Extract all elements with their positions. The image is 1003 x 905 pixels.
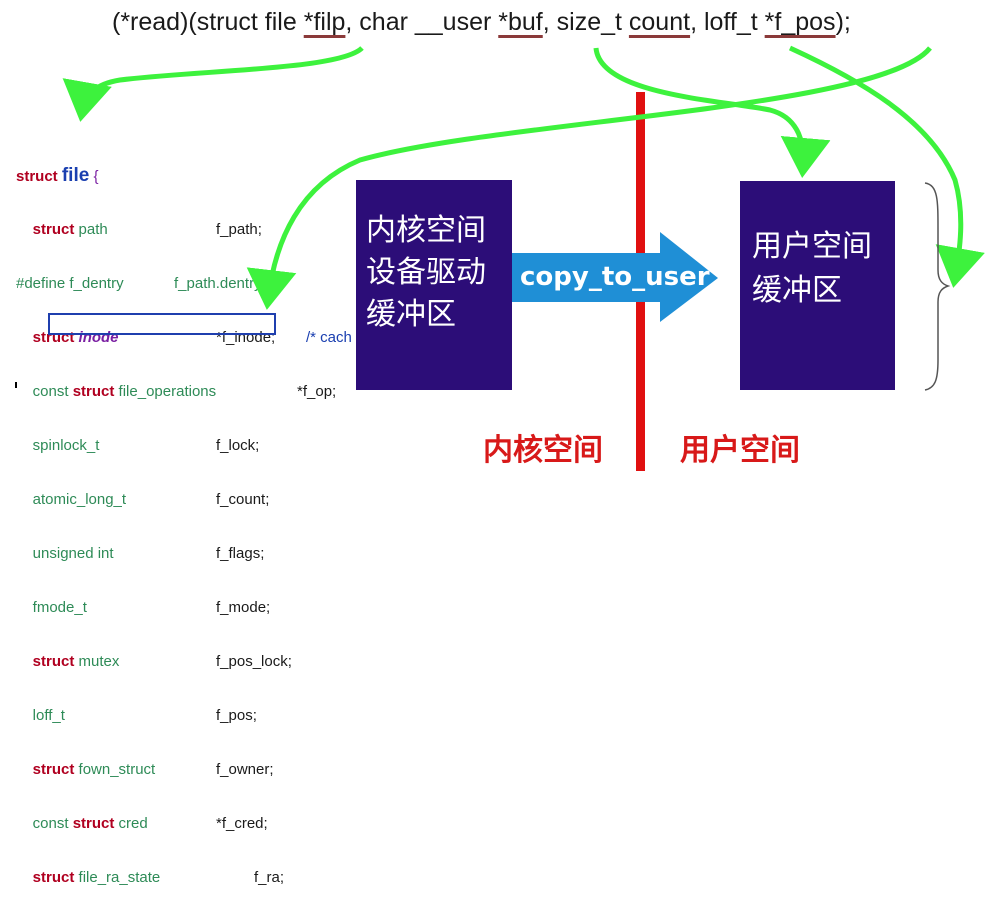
row-type: mutex — [74, 653, 120, 670]
user-space-label: 用户空间 — [680, 433, 800, 468]
row-kw: struct — [32, 761, 75, 778]
row-member: f_count; — [216, 491, 270, 508]
kernel-box-line2: 设备驱动 — [366, 255, 486, 290]
row-kw: struct — [32, 869, 75, 886]
kernel-space-label: 内核空间 — [483, 433, 603, 468]
row-type: loff_t — [32, 707, 65, 724]
row-type-pre: const — [32, 815, 73, 832]
code-row: fmode_t f_mode; — [16, 599, 271, 617]
user-buffer-box: 用户空间 缓冲区 — [740, 181, 895, 390]
row-member: f_owner; — [216, 761, 274, 778]
code-row: const struct cred *f_cred; — [16, 815, 268, 833]
row-kw: struct — [32, 653, 75, 670]
kernel-box-line1: 内核空间 — [366, 213, 486, 248]
copy-to-user-label: copy_to_user — [520, 262, 710, 292]
row-type: atomic_long_t — [32, 491, 127, 508]
stray-tick — [15, 382, 17, 388]
row-member: *f_cred; — [216, 815, 268, 832]
row-type: cred — [114, 815, 148, 832]
code-row: struct file_ra_state f_ra; — [16, 869, 284, 887]
row-type: unsigned int — [32, 545, 114, 562]
row-type: file_ra_state — [74, 869, 161, 886]
row-member: f_flags; — [216, 545, 265, 562]
kernel-buffer-box: 内核空间 设备驱动 缓冲区 — [356, 180, 512, 390]
user-buffer-bracket — [924, 182, 951, 391]
filp-to-struct-arrow — [62, 46, 364, 122]
user-box-line2: 缓冲区 — [752, 273, 842, 308]
row-member: f_mode; — [216, 599, 271, 616]
row-kw: struct — [72, 815, 115, 832]
code-row: struct fown_struct f_owner; — [16, 761, 274, 779]
row-type: fown_struct — [74, 761, 156, 778]
row-member: f_ra; — [254, 869, 285, 886]
row-member: f_pos; — [216, 707, 257, 724]
code-row: unsigned int f_flags; — [16, 545, 265, 563]
kernel-box-line3: 缓冲区 — [366, 297, 456, 332]
user-box-line1: 用户空间 — [752, 229, 872, 264]
code-row: struct mutex f_pos_lock; — [16, 653, 292, 671]
code-row: atomic_long_t f_count; — [16, 491, 270, 509]
code-row-highlighted: loff_t f_pos; — [16, 707, 257, 725]
row-type: fmode_t — [32, 599, 87, 616]
row-member: f_pos_lock; — [216, 653, 292, 670]
